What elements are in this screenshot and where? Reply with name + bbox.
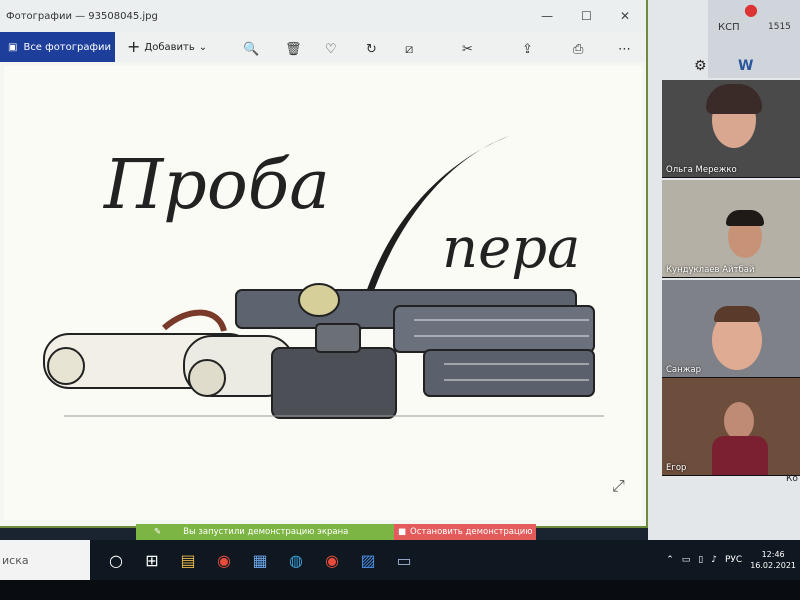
image-title-line1: Проба bbox=[104, 146, 330, 225]
file-explorer-icon[interactable]: ▤ bbox=[172, 544, 204, 576]
video-icon[interactable]: ▭ bbox=[388, 544, 420, 576]
stop-share-button[interactable]: ■ Остановить демонстрацию bbox=[394, 524, 536, 540]
screen-share-bar: ✎ Вы запустили демонстрацию экрана ■ Ост… bbox=[136, 524, 536, 540]
add-button[interactable]: + Добавить ⌄ bbox=[127, 39, 207, 55]
screen-bezel bbox=[0, 580, 800, 600]
taskbar: иска ○ ⊞ ▤ ◉ ▦ ◍ ◉ ▨ ▭ ⌃ ▭ ▯ ♪ РУС 12:46… bbox=[0, 540, 800, 580]
add-label: Добавить bbox=[144, 41, 195, 53]
share-icon[interactable]: ⇪ bbox=[522, 42, 533, 57]
pin-icon: ✎ bbox=[154, 527, 162, 537]
chrome-icon[interactable]: ◉ bbox=[208, 544, 240, 576]
chevron-up-icon[interactable]: ⌃ bbox=[666, 555, 674, 565]
image-canvas: Проба пера ⤢ bbox=[4, 66, 642, 520]
all-photos-label: Все фотографии bbox=[23, 41, 112, 53]
photos-toolbar: ▣ Все фотографии + Добавить ⌄ bbox=[0, 32, 646, 62]
all-photos-button[interactable]: ▣ Все фотографии bbox=[0, 32, 115, 62]
task-view-icon[interactable]: ○ bbox=[100, 544, 132, 576]
window-title: Фотографии — 93508045.jpg bbox=[6, 10, 158, 22]
screen: Фотографии — 93508045.jpg — ☐ ✕ ▣ Все фо… bbox=[0, 0, 800, 600]
clock-time: 12:46 bbox=[761, 550, 785, 559]
plus-icon: + bbox=[127, 37, 141, 56]
share-message-text: Вы запустили демонстрацию экрана bbox=[183, 527, 349, 537]
crop-icon[interactable]: ⧄ bbox=[405, 42, 413, 57]
photos-icon[interactable]: ▨ bbox=[352, 544, 384, 576]
widgets-icon[interactable]: ⊞ bbox=[136, 544, 168, 576]
app-icons-area: КСП 1515 W ● ⚙ bbox=[694, 0, 800, 78]
search-text: иска bbox=[2, 553, 29, 567]
photos-window: Фотографии — 93508045.jpg — ☐ ✕ ▣ Все фо… bbox=[0, 0, 648, 528]
stop-icon: ■ bbox=[398, 527, 407, 537]
network-icon[interactable]: ▯ bbox=[698, 555, 703, 565]
system-tray: ⌃ ▭ ▯ ♪ РУС 12:46 16.02.2021 bbox=[666, 549, 800, 571]
participant-tile[interactable]: Ольга Мережко bbox=[662, 80, 800, 178]
chevron-down-icon: ⌄ bbox=[198, 41, 208, 53]
edge-icon[interactable]: ◍ bbox=[280, 544, 312, 576]
app-label-1515: 1515 bbox=[768, 22, 791, 32]
participant-name: Егор bbox=[666, 463, 687, 473]
store-icon[interactable]: ▦ bbox=[244, 544, 276, 576]
zoom-icon[interactable]: 🔍 bbox=[243, 42, 259, 57]
participant-name: Санжар bbox=[666, 365, 701, 375]
share-message: ✎ Вы запустили демонстрацию экрана bbox=[136, 524, 394, 540]
expand-icon[interactable]: ⤢ bbox=[612, 476, 625, 496]
favorite-icon[interactable]: ♡ bbox=[325, 42, 337, 57]
language-indicator[interactable]: РУС bbox=[725, 555, 742, 565]
image-title-line2: пера bbox=[442, 216, 581, 281]
maximize-button[interactable]: ☐ bbox=[581, 9, 592, 23]
chrome-icon-2[interactable]: ◉ bbox=[316, 544, 348, 576]
gear-icon[interactable]: ⚙ bbox=[694, 58, 707, 74]
participant-tile[interactable]: Егор bbox=[662, 378, 800, 476]
volume-icon[interactable]: ♪ bbox=[711, 555, 717, 565]
word-icon[interactable]: W bbox=[738, 58, 753, 74]
edit-icon[interactable]: ✂ bbox=[462, 42, 473, 57]
clock[interactable]: 12:46 16.02.2021 bbox=[750, 549, 796, 571]
participant-name: Ольга Мережко bbox=[666, 165, 737, 175]
notification-icon[interactable]: ● bbox=[744, 0, 758, 19]
more-icon[interactable]: ⋯ bbox=[618, 42, 631, 57]
rotate-icon[interactable]: ↻ bbox=[366, 42, 377, 57]
stop-share-label: Остановить демонстрацию bbox=[410, 527, 533, 537]
window-controls: — ☐ ✕ bbox=[541, 9, 646, 23]
minimize-button[interactable]: — bbox=[541, 9, 553, 23]
title-bar: Фотографии — 93508045.jpg — ☐ ✕ bbox=[0, 0, 646, 32]
participant-tile[interactable]: Санжар bbox=[662, 280, 800, 378]
cut-label: Ко bbox=[786, 474, 798, 484]
clock-date: 16.02.2021 bbox=[750, 561, 796, 570]
photo-icon: ▣ bbox=[8, 41, 18, 53]
taskbar-search[interactable]: иска bbox=[0, 540, 90, 580]
quill-books-illustration bbox=[43, 136, 604, 419]
participant-name: Кундуклаев Айтбай bbox=[666, 265, 755, 275]
close-button[interactable]: ✕ bbox=[620, 9, 630, 23]
participant-tile[interactable]: Кундуклаев Айтбай bbox=[662, 180, 800, 278]
battery-icon[interactable]: ▭ bbox=[682, 555, 691, 565]
print-icon[interactable]: ⎙ bbox=[573, 42, 583, 57]
app-label-ksp: КСП bbox=[718, 22, 740, 33]
delete-icon[interactable]: 🗑 bbox=[285, 42, 302, 57]
